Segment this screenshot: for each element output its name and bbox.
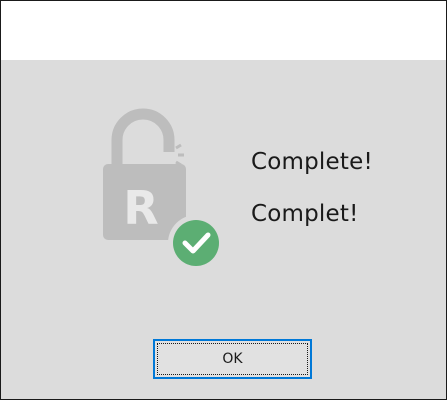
ok-button-label: OK (222, 351, 243, 367)
message-french: Complet! (251, 201, 359, 227)
message-english: Complete! (251, 149, 373, 175)
svg-text:R: R (123, 181, 158, 235)
dialog-content: R Complete! Complet! OK (1, 60, 446, 399)
dialog-window: R Complete! Complet! OK (0, 0, 447, 400)
title-bar[interactable] (1, 1, 446, 60)
lock-r-check-icon: R (103, 108, 224, 267)
ok-button[interactable]: OK (153, 339, 312, 379)
